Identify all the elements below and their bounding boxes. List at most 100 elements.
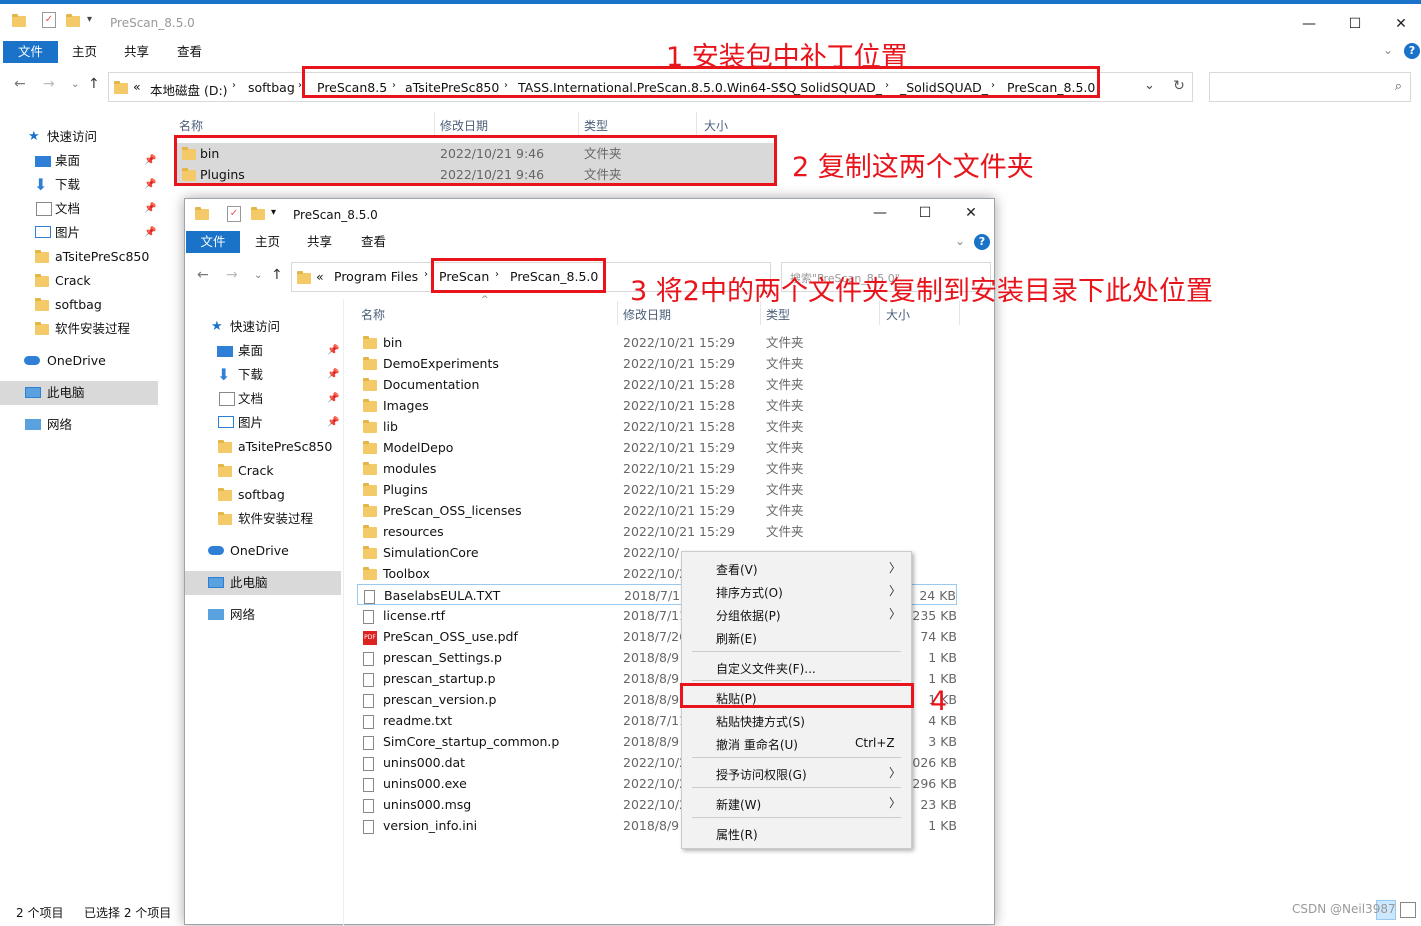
close-button[interactable]: ✕: [1378, 12, 1421, 36]
folder-row[interactable]: ModelDepo 2022/10/21 15:29 文件夹: [357, 437, 957, 458]
tab-share[interactable]: 共享: [124, 40, 149, 64]
nav-documents[interactable]: 文档 📌: [0, 197, 160, 221]
breadcrumb-chevron-icon[interactable]: ›: [232, 80, 236, 91]
nav-folder[interactable]: aTsitePreSc850: [185, 435, 343, 459]
folder-row[interactable]: Images 2022/10/21 15:28 文件夹: [357, 395, 957, 416]
chevron-down-icon[interactable]: ▾: [87, 14, 92, 25]
help-icon[interactable]: ?: [1404, 43, 1420, 59]
tab-home[interactable]: 主页: [255, 230, 280, 254]
chevron-down-icon[interactable]: ▾: [271, 207, 276, 218]
folder-row[interactable]: PreScan_OSS_licenses 2022/10/21 15:29 文件夹: [357, 500, 957, 521]
search-input[interactable]: ⌕: [1209, 72, 1411, 102]
forward-icon[interactable]: →: [43, 76, 55, 92]
maximize-button[interactable]: ☐: [1332, 12, 1378, 36]
menu-item-group[interactable]: 分组依据(P) 〉: [682, 604, 911, 626]
tab-view[interactable]: 查看: [177, 40, 202, 64]
pin-icon[interactable]: 📌: [144, 173, 156, 197]
ribbon-expand-icon[interactable]: ⌄: [955, 234, 965, 248]
quick-access-toolbar[interactable]: [12, 14, 26, 28]
pane-divider[interactable]: [343, 299, 344, 926]
folder-row[interactable]: resources 2022/10/21 15:29 文件夹: [357, 521, 957, 542]
large-icons-view-icon[interactable]: [1400, 902, 1416, 918]
address-dropdown-icon[interactable]: ⌄: [1144, 78, 1155, 93]
menu-item-view[interactable]: 查看(V) 〉: [682, 558, 911, 580]
nav-folder[interactable]: softbag: [0, 293, 160, 317]
ribbon-expand-icon[interactable]: ⌄: [1383, 43, 1393, 57]
breadcrumb-item[interactable]: Program Files: [334, 269, 418, 284]
nav-documents[interactable]: 文档 📌: [185, 387, 343, 411]
back-icon[interactable]: ←: [14, 76, 26, 92]
menu-item-properties[interactable]: 属性(R): [682, 823, 911, 845]
nav-folder[interactable]: Crack: [0, 269, 160, 293]
folder-row[interactable]: modules 2022/10/21 15:29 文件夹: [357, 458, 957, 479]
pin-icon[interactable]: 📌: [327, 339, 339, 363]
properties-icon[interactable]: ✓: [42, 12, 56, 28]
tab-share[interactable]: 共享: [307, 230, 332, 254]
column-date[interactable]: 修改日期: [440, 117, 488, 134]
close-button[interactable]: ✕: [948, 201, 994, 225]
pin-icon[interactable]: 📌: [144, 149, 156, 173]
nav-quick-access[interactable]: ★ 快速访问: [185, 315, 343, 339]
folder-row[interactable]: lib 2022/10/21 15:28 文件夹: [357, 416, 957, 437]
menu-item-paste-shortcut[interactable]: 粘贴快捷方式(S): [682, 710, 911, 732]
column-name[interactable]: 名称: [361, 306, 385, 323]
folder-row[interactable]: Plugins 2022/10/21 15:29 文件夹: [357, 479, 957, 500]
recent-dropdown-icon[interactable]: ⌄: [71, 79, 79, 90]
properties-icon[interactable]: ✓: [227, 206, 241, 222]
maximize-button[interactable]: ☐: [902, 201, 948, 225]
forward-icon[interactable]: →: [226, 267, 238, 283]
tab-file[interactable]: 文件: [186, 231, 240, 253]
nav-quick-access[interactable]: ★ 快速访问: [0, 125, 160, 149]
nav-downloads[interactable]: ⬇ 下载 📌: [185, 363, 343, 387]
tab-home[interactable]: 主页: [72, 40, 97, 64]
tab-view[interactable]: 查看: [361, 230, 386, 254]
new-folder-icon[interactable]: [66, 14, 80, 27]
up-icon[interactable]: ↑: [271, 267, 283, 283]
nav-this-pc[interactable]: 此电脑: [185, 571, 341, 595]
nav-folder[interactable]: 软件安装过程: [0, 317, 160, 341]
pin-icon[interactable]: 📌: [327, 387, 339, 411]
column-type[interactable]: 类型: [584, 117, 608, 134]
nav-network[interactable]: 网络: [0, 413, 160, 437]
refresh-icon[interactable]: ↻: [1164, 78, 1194, 94]
pin-icon[interactable]: 📌: [144, 197, 156, 221]
pin-icon[interactable]: 📌: [327, 411, 339, 435]
folder-row[interactable]: Documentation 2022/10/21 15:28 文件夹: [357, 374, 957, 395]
nav-folder[interactable]: softbag: [185, 483, 343, 507]
menu-item-new[interactable]: 新建(W) 〉: [682, 793, 911, 815]
tab-file[interactable]: 文件: [3, 41, 58, 63]
menu-item-grant-access[interactable]: 授予访问权限(G) 〉: [682, 763, 911, 785]
column-type[interactable]: 类型: [766, 306, 790, 323]
nav-folder[interactable]: aTsitePreSc850: [0, 245, 160, 269]
up-icon[interactable]: ↑: [88, 76, 100, 92]
menu-item-refresh[interactable]: 刷新(E): [682, 627, 911, 649]
nav-downloads[interactable]: ⬇ 下载 📌: [0, 173, 160, 197]
minimize-button[interactable]: —: [857, 201, 903, 225]
nav-onedrive[interactable]: OneDrive: [0, 349, 160, 373]
nav-desktop[interactable]: 桌面 📌: [185, 339, 343, 363]
column-size[interactable]: 大小: [886, 306, 910, 323]
breadcrumb-chevron-icon[interactable]: ›: [424, 269, 428, 280]
folder-row[interactable]: bin 2022/10/21 15:29 文件夹: [357, 332, 957, 353]
menu-item-undo[interactable]: 撤消 重命名(U) Ctrl+Z: [682, 733, 911, 755]
nav-onedrive[interactable]: OneDrive: [185, 539, 343, 563]
pin-icon[interactable]: 📌: [327, 363, 339, 387]
pin-icon[interactable]: 📌: [144, 221, 156, 245]
menu-item-sort[interactable]: 排序方式(O) 〉: [682, 581, 911, 603]
back-icon[interactable]: ←: [197, 267, 209, 283]
column-size[interactable]: 大小: [704, 117, 728, 134]
column-date[interactable]: 修改日期: [623, 306, 671, 323]
nav-folder[interactable]: Crack: [185, 459, 343, 483]
recent-dropdown-icon[interactable]: ⌄: [254, 270, 262, 281]
nav-pictures[interactable]: 图片 📌: [185, 411, 343, 435]
breadcrumb-item[interactable]: softbag: [248, 80, 295, 95]
nav-pictures[interactable]: 图片 📌: [0, 221, 160, 245]
column-name[interactable]: 名称: [179, 117, 203, 134]
minimize-button[interactable]: —: [1286, 12, 1332, 36]
menu-item-customize[interactable]: 自定义文件夹(F)...: [682, 657, 911, 679]
nav-desktop[interactable]: 桌面 📌: [0, 149, 160, 173]
new-folder-icon[interactable]: [251, 207, 265, 220]
folder-row[interactable]: DemoExperiments 2022/10/21 15:29 文件夹: [357, 353, 957, 374]
nav-this-pc[interactable]: 此电脑: [0, 381, 158, 405]
breadcrumb-item[interactable]: 本地磁盘 (D:): [150, 80, 228, 99]
